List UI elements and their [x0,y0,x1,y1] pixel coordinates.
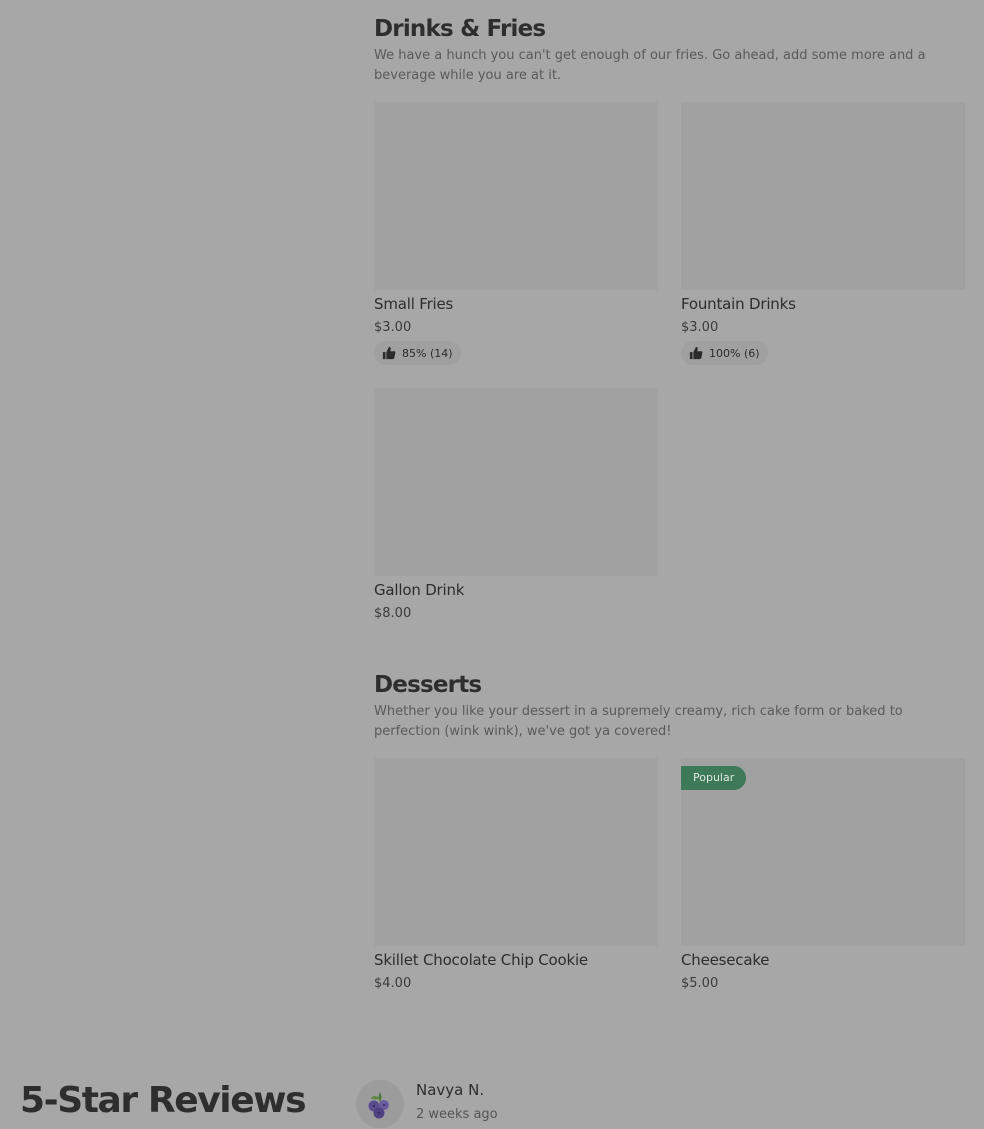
item-name: Fountain Drinks [681,295,796,313]
rating-badge: 100% (6) [681,341,768,365]
menu-item-fountain-drinks[interactable]: Fountain Drinks $3.00 100% (6) [681,102,965,365]
item-name: Skillet Chocolate Chip Cookie [374,951,588,969]
rating-badge: 85% (14) [374,341,461,365]
menu-item-gallon-drink[interactable]: Gallon Drink $8.00 [374,388,658,621]
item-image[interactable] [374,102,658,290]
section-drinks-fries: Drinks & Fries We have a hunch you can't… [374,14,966,86]
blueberry-avatar-icon [356,1080,404,1128]
item-price: $5.00 [681,976,719,991]
rating-text: 85% (14) [402,346,453,360]
item-name: Small Fries [374,295,454,313]
reviewer-avatar [356,1080,404,1128]
item-price: $8.00 [374,606,412,621]
thumbs-up-icon [382,346,396,360]
section-title: Drinks & Fries [374,16,546,42]
item-name: Gallon Drink [374,581,465,599]
item-image[interactable]: Popular [681,758,965,946]
section-desserts: Desserts Whether you like your dessert i… [374,670,966,742]
menu-item-skillet-cookie[interactable]: Skillet Chocolate Chip Cookie $4.00 [374,758,658,991]
item-price: $4.00 [374,976,412,991]
item-price: $3.00 [374,320,412,335]
item-image[interactable] [681,102,965,290]
item-image[interactable] [374,758,658,946]
popular-badge: Popular [681,766,747,790]
section-title: Desserts [374,672,482,698]
reviewer-name: Navya N. [416,1081,485,1099]
section-description: We have a hunch you can't get enough of … [374,48,926,83]
section-description: Whether you like your dessert in a supre… [374,704,903,739]
thumbs-up-icon [689,346,703,360]
menu-item-small-fries[interactable]: Small Fries $3.00 85% (14) [374,102,658,365]
rating-text: 100% (6) [709,346,760,360]
item-name: Cheesecake [681,951,770,969]
review-time: 2 weeks ago [416,1107,498,1122]
item-image[interactable] [374,388,658,576]
menu-item-cheesecake[interactable]: Popular Cheesecake $5.00 [681,758,965,991]
item-price: $3.00 [681,320,719,335]
reviews-title: 5-Star Reviews [20,1080,307,1121]
